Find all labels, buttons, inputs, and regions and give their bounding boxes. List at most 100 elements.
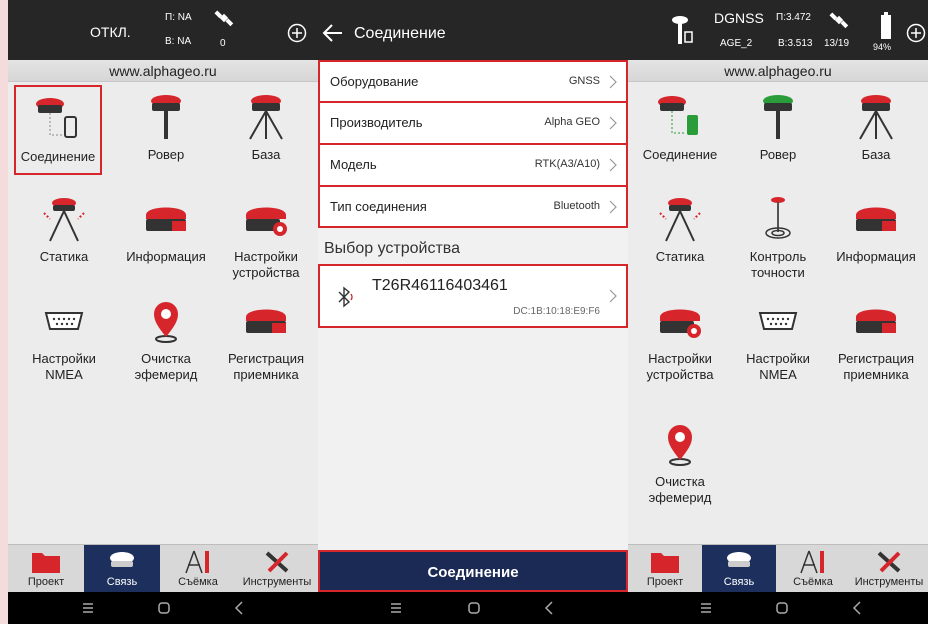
tab-label: Связь xyxy=(106,576,138,588)
grid-item-base[interactable]: База xyxy=(826,93,926,163)
status-bar: DGNSS AGE_2 П:3.472 B:3.513 13/19 94% xyxy=(628,0,928,60)
device-list-item[interactable]: T26R46116403461 DC:1B:10:18:E9:F6 xyxy=(318,264,628,328)
row-label: Производитель xyxy=(330,115,423,130)
grid-item-label: Регистрация приемника xyxy=(838,351,914,382)
grid-item-nmea[interactable]: Настройки NMEA xyxy=(14,297,114,383)
serial-port-icon xyxy=(758,312,798,330)
row-label: Оборудование xyxy=(330,74,419,89)
grid-item-connection[interactable]: Соединение xyxy=(630,93,730,163)
function-grid: Соединение Ровер База xyxy=(8,82,318,542)
grid-item-label: Настройки устройства xyxy=(232,249,300,280)
grid-item-label: Настройки устройства xyxy=(646,351,714,382)
folder-icon xyxy=(651,553,679,573)
row-value: Alpha GEO xyxy=(544,116,600,128)
grid-item-precision-check[interactable]: Контроль точности xyxy=(728,195,828,281)
grid-item-label: Очистка эфемерид xyxy=(648,474,712,505)
add-icon[interactable] xyxy=(906,23,926,43)
back-arrow-icon[interactable] xyxy=(322,22,344,44)
tab-connection[interactable]: Связь xyxy=(84,545,160,593)
android-nav-bar xyxy=(318,592,628,624)
grid-item-label: База xyxy=(251,147,281,162)
tab-tools[interactable]: Инструменты xyxy=(850,545,928,593)
grid-item-info[interactable]: Информация xyxy=(826,195,926,265)
precision-b: B:3.513 xyxy=(778,38,813,49)
tools-icon xyxy=(877,551,901,573)
precision-p: П:3.472 xyxy=(776,12,811,23)
manufacturer-row[interactable]: Производитель Alpha GEO xyxy=(318,102,628,144)
back-nav-icon[interactable] xyxy=(848,598,868,618)
home-icon[interactable] xyxy=(772,598,792,618)
tab-label: Проект xyxy=(646,576,684,588)
satellite-count: 13/19 xyxy=(824,38,850,49)
tab-tools[interactable]: Инструменты xyxy=(236,545,318,593)
add-icon[interactable] xyxy=(287,23,307,43)
row-value: Bluetooth xyxy=(553,200,600,212)
grid-item-label: Регистрация приемника xyxy=(228,351,304,382)
tab-label: Съёмка xyxy=(793,576,833,588)
grid-item-device-settings[interactable]: Настройки устройства xyxy=(630,297,730,383)
function-grid: Соединение Ровер База xyxy=(628,82,928,542)
connection-type-row[interactable]: Тип соединения Bluetooth xyxy=(318,186,628,228)
tab-label: Инструменты xyxy=(854,576,924,588)
grid-item-info[interactable]: Информация xyxy=(116,195,216,265)
receiver-info-icon xyxy=(146,207,186,231)
back-nav-icon[interactable] xyxy=(230,598,250,618)
chevron-right-icon xyxy=(609,200,617,214)
row-value: GNSS xyxy=(568,75,600,87)
tab-survey[interactable]: Съёмка xyxy=(776,545,850,593)
tools-icon xyxy=(265,551,289,573)
grid-item-register-receiver[interactable]: Регистрация приемника xyxy=(826,297,926,383)
grid-item-register-receiver[interactable]: Регистрация приемника xyxy=(216,297,316,383)
tab-survey[interactable]: Съёмка xyxy=(160,545,236,593)
chevron-right-icon xyxy=(609,75,617,89)
grid-item-label: Очистка эфемерид xyxy=(134,351,198,382)
location-pin-icon xyxy=(668,425,692,466)
receiver-gear-icon xyxy=(246,207,287,236)
static-tripod-icon xyxy=(43,198,85,242)
right-screen: DGNSS AGE_2 П:3.472 B:3.513 13/19 94% ww… xyxy=(628,0,928,624)
location-pin-icon xyxy=(154,302,178,343)
model-row[interactable]: Модель RTK(A3/A10) xyxy=(318,144,628,186)
home-icon[interactable] xyxy=(154,598,174,618)
chevron-right-icon xyxy=(609,158,617,172)
satellite-icon xyxy=(829,12,849,29)
receiver-gear-icon xyxy=(660,309,701,338)
tab-label: Инструменты xyxy=(242,576,312,588)
grid-item-clear-ephemeris[interactable]: Очистка эфемерид xyxy=(116,297,216,383)
grid-item-label: Статика xyxy=(655,249,705,264)
home-icon[interactable] xyxy=(464,598,484,618)
equipment-row[interactable]: Оборудование GNSS xyxy=(318,60,628,102)
satellite-count: 0 xyxy=(220,38,226,49)
grid-item-base[interactable]: База xyxy=(216,93,316,163)
row-value: RTK(A3/A10) xyxy=(534,158,600,170)
battery-icon xyxy=(881,12,891,39)
grid-item-device-settings[interactable]: Настройки устройства xyxy=(216,195,316,281)
grid-item-static[interactable]: Статика xyxy=(14,195,114,265)
middle-screen: Соединение Оборудование GNSS Производите… xyxy=(318,0,628,624)
compass-ruler-icon xyxy=(185,550,209,574)
grid-item-clear-ephemeris[interactable]: Очистка эфемерид xyxy=(630,420,730,506)
grid-item-label: Настройки NMEA xyxy=(32,351,96,382)
tab-project[interactable]: Проект xyxy=(628,545,702,593)
grid-item-static[interactable]: Статика xyxy=(630,195,730,265)
tab-project[interactable]: Проект xyxy=(8,545,84,593)
tab-connection[interactable]: Связь xyxy=(702,545,776,593)
grid-item-connection[interactable]: Соединение xyxy=(14,85,102,175)
base-tripod-icon xyxy=(859,95,893,140)
back-nav-icon[interactable] xyxy=(540,598,560,618)
menu-icon[interactable] xyxy=(696,598,716,618)
menu-icon[interactable] xyxy=(78,598,98,618)
receiver-icon xyxy=(727,552,751,567)
grid-item-rover[interactable]: Ровер xyxy=(728,93,828,163)
connect-button[interactable]: Соединение xyxy=(318,550,628,592)
left-screen: ОТКЛ. П: NA B: NA 0 www.alphageo.ru Соед… xyxy=(8,0,318,624)
receiver-icon xyxy=(110,552,134,567)
grid-item-label: Соединение xyxy=(20,149,96,164)
tab-label: Связь xyxy=(723,576,755,588)
receiver-phone-connected-icon xyxy=(658,96,698,135)
precision-p: П: NA xyxy=(165,12,192,23)
grid-item-nmea[interactable]: Настройки NMEA xyxy=(728,297,828,383)
menu-icon[interactable] xyxy=(386,598,406,618)
solution-mode: DGNSS xyxy=(714,10,764,26)
grid-item-rover[interactable]: Ровер xyxy=(116,93,216,163)
